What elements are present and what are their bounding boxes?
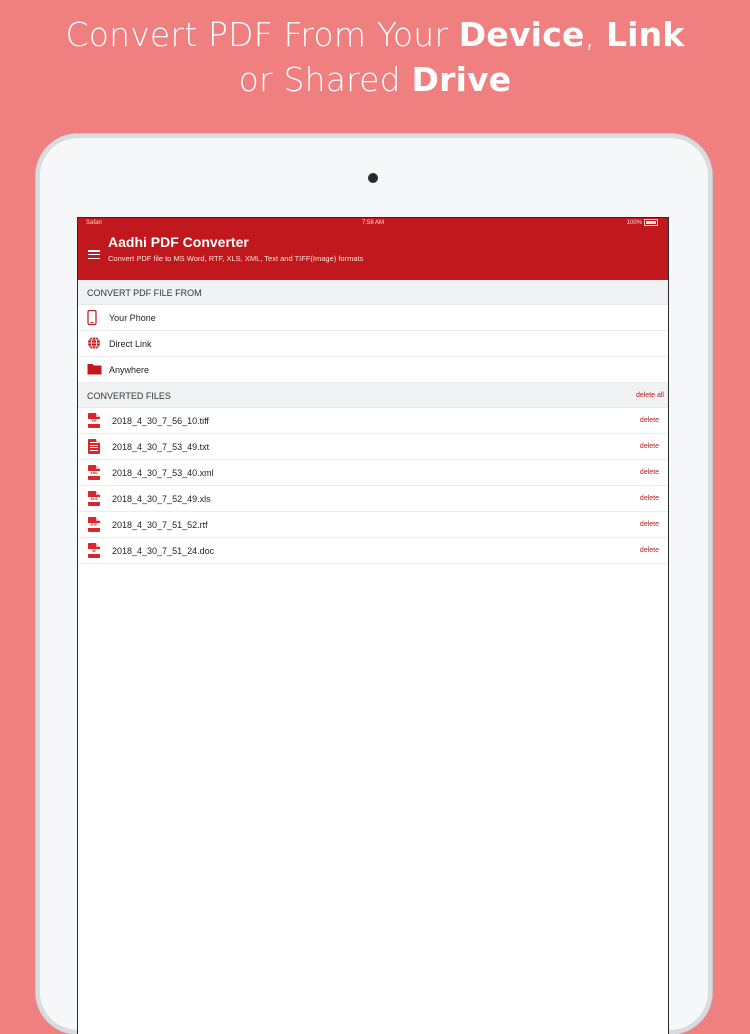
delete-all-button[interactable]: delete all	[636, 383, 664, 409]
xls-file-icon: XLS	[87, 491, 101, 506]
status-bar: Safari 7:58 AM 100%	[78, 218, 668, 228]
file-type-tag: RTF	[87, 523, 101, 528]
headline-line-2: or Shared Drive	[0, 57, 750, 102]
battery-percent: 100%	[626, 220, 642, 226]
rtf-file-icon: RTF	[87, 517, 101, 532]
headline-line-1: Convert PDF From Your Device, Link	[0, 12, 750, 57]
tiff-file-icon: TIF	[87, 413, 101, 428]
source-your-phone[interactable]: Your Phone	[78, 305, 668, 331]
status-time: 7:58 AM	[361, 220, 384, 226]
source-label: Your Phone	[109, 313, 156, 323]
file-type-tag: XML	[87, 471, 101, 476]
file-name: 2018_4_30_7_51_24.doc	[112, 546, 215, 556]
globe-icon	[87, 336, 101, 352]
headline-bold-drive: Drive	[411, 60, 512, 99]
doc-file-icon: W	[87, 543, 101, 558]
file-name: 2018_4_30_7_52_49.xls	[112, 494, 211, 504]
headline-text: Convert PDF From Your	[65, 15, 459, 54]
hamburger-menu-icon[interactable]	[88, 250, 100, 260]
app-title: Aadhi PDF Converter	[108, 234, 249, 250]
ipad-frame: Safari 7:58 AM 100% Aadhi PDF Converter …	[36, 134, 712, 1034]
delete-file-button[interactable]: delete	[640, 443, 659, 450]
file-row[interactable]: 2018_4_30_7_53_49.txt delete	[78, 434, 668, 460]
file-type-tag: TIF	[87, 419, 101, 424]
file-type-tag: XLS	[87, 497, 101, 502]
delete-file-button[interactable]: delete	[640, 547, 659, 554]
app-subtitle: Convert PDF file to MS Word, RTF, XLS, X…	[108, 254, 364, 263]
folder-icon	[87, 362, 102, 377]
file-name: 2018_4_30_7_51_52.rtf	[112, 520, 208, 530]
battery-icon	[644, 218, 658, 226]
convert-section-title: CONVERT PDF FILE FROM	[87, 288, 202, 298]
file-name: 2018_4_30_7_56_10.tiff	[112, 416, 209, 426]
delete-file-button[interactable]: delete	[640, 521, 659, 528]
phone-icon	[87, 309, 97, 327]
front-camera	[368, 173, 378, 183]
converted-section-title: CONVERTED FILES	[87, 391, 171, 401]
source-label: Anywhere	[109, 365, 150, 375]
headline-bold-link: Link	[605, 15, 685, 54]
file-row[interactable]: XML 2018_4_30_7_53_40.xml delete	[78, 460, 668, 486]
source-anywhere[interactable]: Anywhere	[78, 357, 668, 383]
convert-section-header: CONVERT PDF FILE FROM	[78, 280, 668, 305]
delete-file-button[interactable]: delete	[640, 469, 659, 476]
source-label: Direct Link	[109, 339, 152, 349]
file-row[interactable]: XLS 2018_4_30_7_52_49.xls delete	[78, 486, 668, 512]
headline-bold-device: Device	[458, 15, 585, 54]
file-row[interactable]: W 2018_4_30_7_51_24.doc delete	[78, 538, 668, 564]
txt-file-icon	[88, 439, 100, 454]
app-screen: Safari 7:58 AM 100% Aadhi PDF Converter …	[78, 218, 668, 1034]
delete-file-button[interactable]: delete	[640, 495, 659, 502]
file-name: 2018_4_30_7_53_49.txt	[112, 442, 210, 452]
source-direct-link[interactable]: Direct Link	[78, 331, 668, 357]
promo-headline: Convert PDF From Your Device, Link or Sh…	[0, 12, 750, 102]
file-row[interactable]: RTF 2018_4_30_7_51_52.rtf delete	[78, 512, 668, 538]
file-name: 2018_4_30_7_53_40.xml	[112, 468, 214, 478]
headline-text-2: or Shared	[238, 60, 412, 99]
delete-file-button[interactable]: delete	[640, 417, 659, 424]
converted-section-header: CONVERTED FILES delete all	[78, 383, 668, 408]
headline-separator: ,	[584, 15, 606, 54]
status-battery: 100%	[627, 218, 658, 228]
xml-file-icon: XML	[87, 465, 101, 480]
file-type-tag: W	[87, 549, 101, 554]
app-header: Safari 7:58 AM 100% Aadhi PDF Converter …	[78, 218, 668, 280]
file-row[interactable]: TIF 2018_4_30_7_56_10.tiff delete	[78, 408, 668, 434]
